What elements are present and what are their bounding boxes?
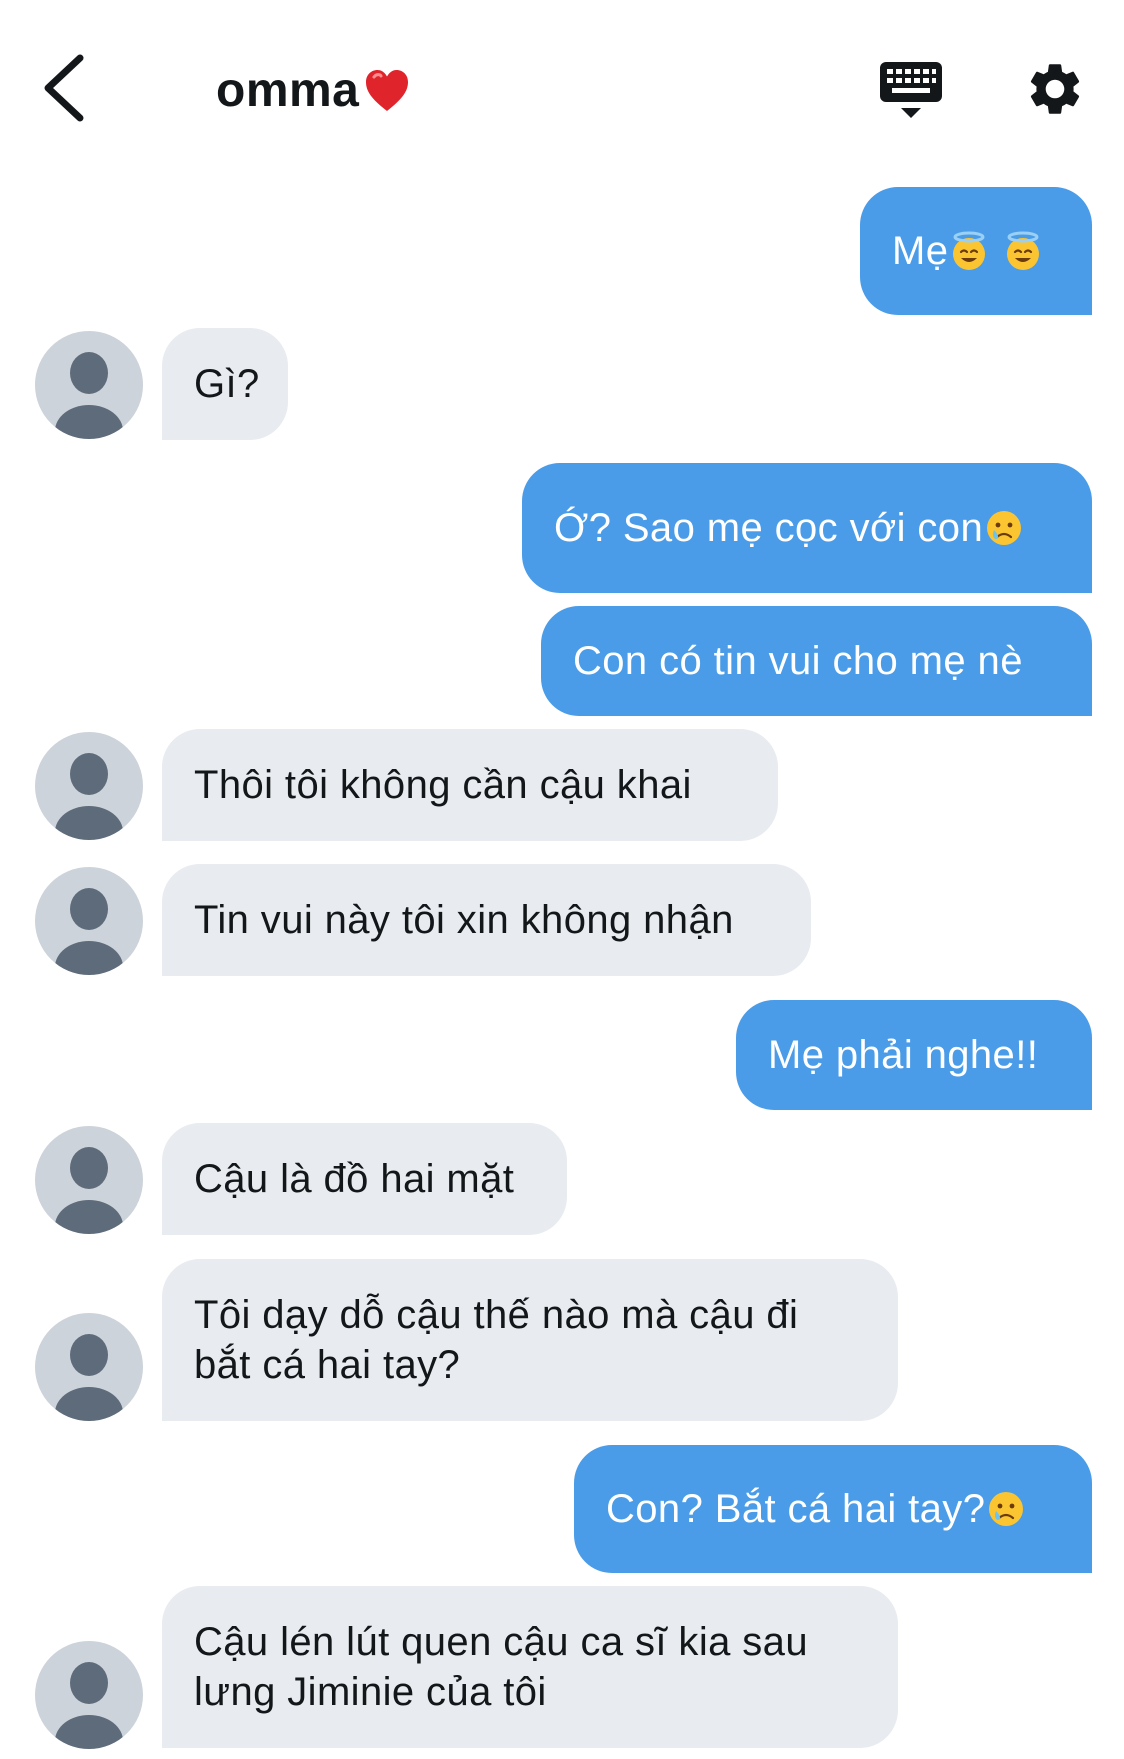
default-user-icon: [55, 352, 123, 439]
avatar[interactable]: [35, 1641, 143, 1749]
message-text: Mẹ: [892, 229, 949, 273]
smiling-face-with-halo-icon: [1007, 231, 1040, 270]
default-user-icon: [55, 888, 123, 975]
default-user-icon: [55, 753, 123, 840]
smiling-face-with-halo-icon: [953, 231, 986, 270]
incoming-message[interactable]: Tin vui này tôi xin không nhận: [162, 864, 811, 976]
incoming-message[interactable]: Tôi dạy dỗ cậu thế nào mà cậu đi bắt cá …: [162, 1259, 898, 1421]
outgoing-message[interactable]: Con có tin vui cho mẹ nè: [541, 606, 1092, 716]
message-text: Ớ? Sao mẹ cọc với con: [554, 506, 984, 550]
message-text: Tin vui này tôi xin không nhận: [194, 898, 734, 942]
message-text: Cậu là đồ hai mặt: [194, 1157, 515, 1201]
incoming-message[interactable]: Gì?: [162, 328, 288, 440]
crying-face-icon: [989, 1492, 1024, 1526]
incoming-message[interactable]: Thôi tôi không cần cậu khai: [162, 729, 778, 841]
crying-face-icon: [987, 511, 1022, 545]
outgoing-message[interactable]: Ớ? Sao mẹ cọc với con: [522, 463, 1092, 593]
default-user-icon: [55, 1334, 123, 1421]
avatar[interactable]: [35, 1313, 143, 1421]
message-text: Mẹ phải nghe!!: [768, 1033, 1039, 1077]
avatar[interactable]: [35, 732, 143, 840]
incoming-message[interactable]: Cậu là đồ hai mặt: [162, 1123, 567, 1235]
default-user-icon: [55, 1147, 123, 1234]
default-user-icon: [55, 1662, 123, 1749]
message-text: Tôi dạy dỗ cậu thế nào mà cậu đi bắt cá …: [194, 1293, 799, 1387]
outgoing-message[interactable]: Con? Bắt cá hai tay?: [574, 1445, 1092, 1573]
outgoing-message[interactable]: Mẹ phải nghe!!: [736, 1000, 1092, 1110]
message-text: Cậu lén lút quen cậu ca sĩ kia sau lưng …: [194, 1620, 808, 1714]
avatar[interactable]: [35, 331, 143, 439]
message-text: Con? Bắt cá hai tay?: [606, 1487, 986, 1531]
message-text: Gì?: [194, 362, 260, 406]
avatar[interactable]: [35, 1126, 143, 1234]
message-text: Con có tin vui cho mẹ nè: [573, 639, 1023, 683]
incoming-message[interactable]: Cậu lén lút quen cậu ca sĩ kia sau lưng …: [162, 1586, 898, 1748]
avatar[interactable]: [35, 867, 143, 975]
message-text: Thôi tôi không cần cậu khai: [194, 763, 692, 807]
message-list[interactable]: Mẹ Gì? Ớ? Sao mẹ cọc với con Con có tin …: [0, 0, 1124, 1759]
outgoing-message[interactable]: Mẹ: [860, 187, 1092, 315]
